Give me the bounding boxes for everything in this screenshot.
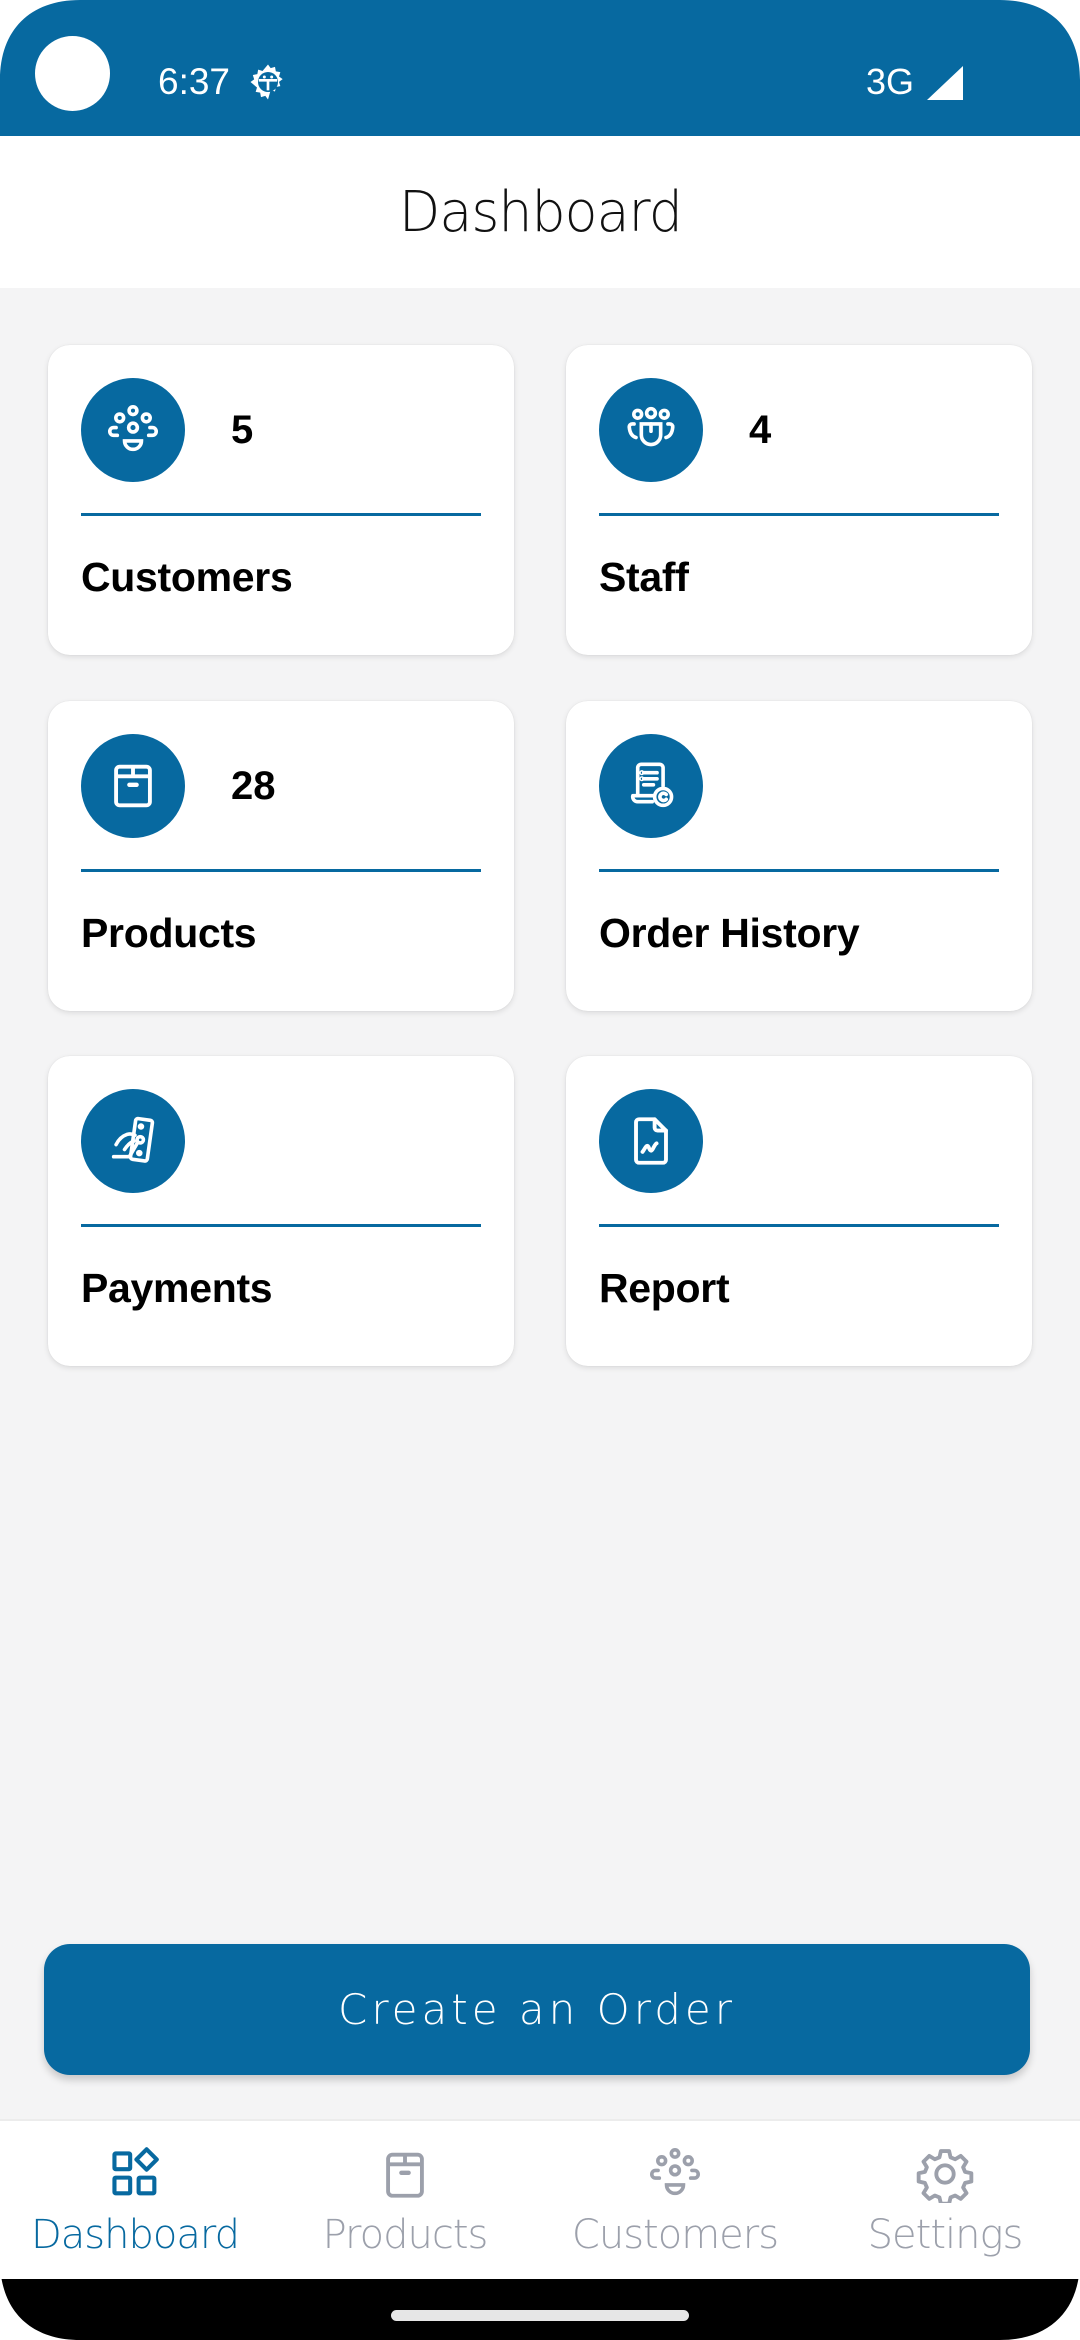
card-divider	[599, 1224, 999, 1227]
products-label: Products	[81, 910, 257, 956]
report-icon-badge	[599, 1089, 703, 1193]
customers-group-icon	[108, 404, 158, 452]
payment-hand-icon	[111, 1116, 155, 1163]
staff-count: 4	[749, 408, 772, 452]
nav-item-products[interactable]: Products	[270, 2121, 540, 2279]
dashboard-grid-icon	[112, 2147, 159, 2196]
report-card[interactable]: Report	[566, 1056, 1032, 1366]
gesture-bar	[0, 2279, 1080, 2340]
customers-group-icon	[650, 2148, 700, 2196]
app-header: Dashboard	[0, 136, 1080, 288]
signal-icon	[927, 66, 963, 100]
nav-label-settings: Settings	[867, 2212, 1024, 2258]
payments-card[interactable]: Payments	[48, 1056, 514, 1366]
box-icon	[114, 764, 152, 808]
order-history-label: Order History	[599, 910, 860, 956]
card-divider	[81, 1224, 481, 1227]
customers-label: Customers	[81, 554, 293, 600]
system-gear-icon	[250, 64, 283, 100]
customers-icon-badge	[81, 378, 185, 482]
nav-item-settings[interactable]: Settings	[810, 2121, 1080, 2279]
card-divider	[81, 513, 481, 516]
card-divider	[599, 869, 999, 872]
card-divider	[599, 513, 999, 516]
staff-card[interactable]: 4 Staff	[566, 345, 1032, 655]
payments-icon-badge	[81, 1089, 185, 1193]
customers-count: 5	[231, 408, 254, 452]
nav-item-customers[interactable]: Customers	[540, 2121, 810, 2279]
staff-icon-badge	[599, 378, 703, 482]
order-history-icon-badge	[599, 734, 703, 838]
bottom-navigation: Dashboard Products Customers Settings	[0, 2119, 1080, 2279]
nav-item-dashboard[interactable]: Dashboard	[0, 2121, 270, 2279]
report-label: Report	[599, 1265, 730, 1311]
receipt-history-icon	[630, 762, 674, 808]
camera-cutout	[35, 36, 110, 111]
create-order-button[interactable]: Create an Order	[44, 1944, 1030, 2075]
report-chart-icon	[634, 1117, 668, 1165]
order-history-card[interactable]: Order History	[566, 701, 1032, 1011]
nav-label-products: Products	[322, 2212, 489, 2258]
status-bar: 6:37 3G	[0, 0, 1080, 136]
box-icon	[386, 2152, 424, 2198]
staff-group-icon	[627, 406, 675, 447]
status-time: 6:37	[158, 61, 231, 102]
products-count: 28	[231, 764, 276, 808]
nav-label-dashboard: Dashboard	[30, 2212, 240, 2258]
card-divider	[81, 869, 481, 872]
network-type: 3G	[866, 61, 915, 102]
payments-label: Payments	[81, 1265, 273, 1311]
home-indicator[interactable]	[391, 2310, 689, 2321]
gear-icon	[916, 2149, 974, 2203]
staff-label: Staff	[599, 554, 689, 600]
app-screen: 6:37 3G Dashboard 5 Customers 4 Staff 28…	[0, 0, 1080, 2340]
page-title: Dashboard	[398, 179, 682, 245]
products-card[interactable]: 28 Products	[48, 701, 514, 1011]
nav-label-customers: Customers	[571, 2212, 779, 2258]
products-icon-badge	[81, 734, 185, 838]
customers-card[interactable]: 5 Customers	[48, 345, 514, 655]
